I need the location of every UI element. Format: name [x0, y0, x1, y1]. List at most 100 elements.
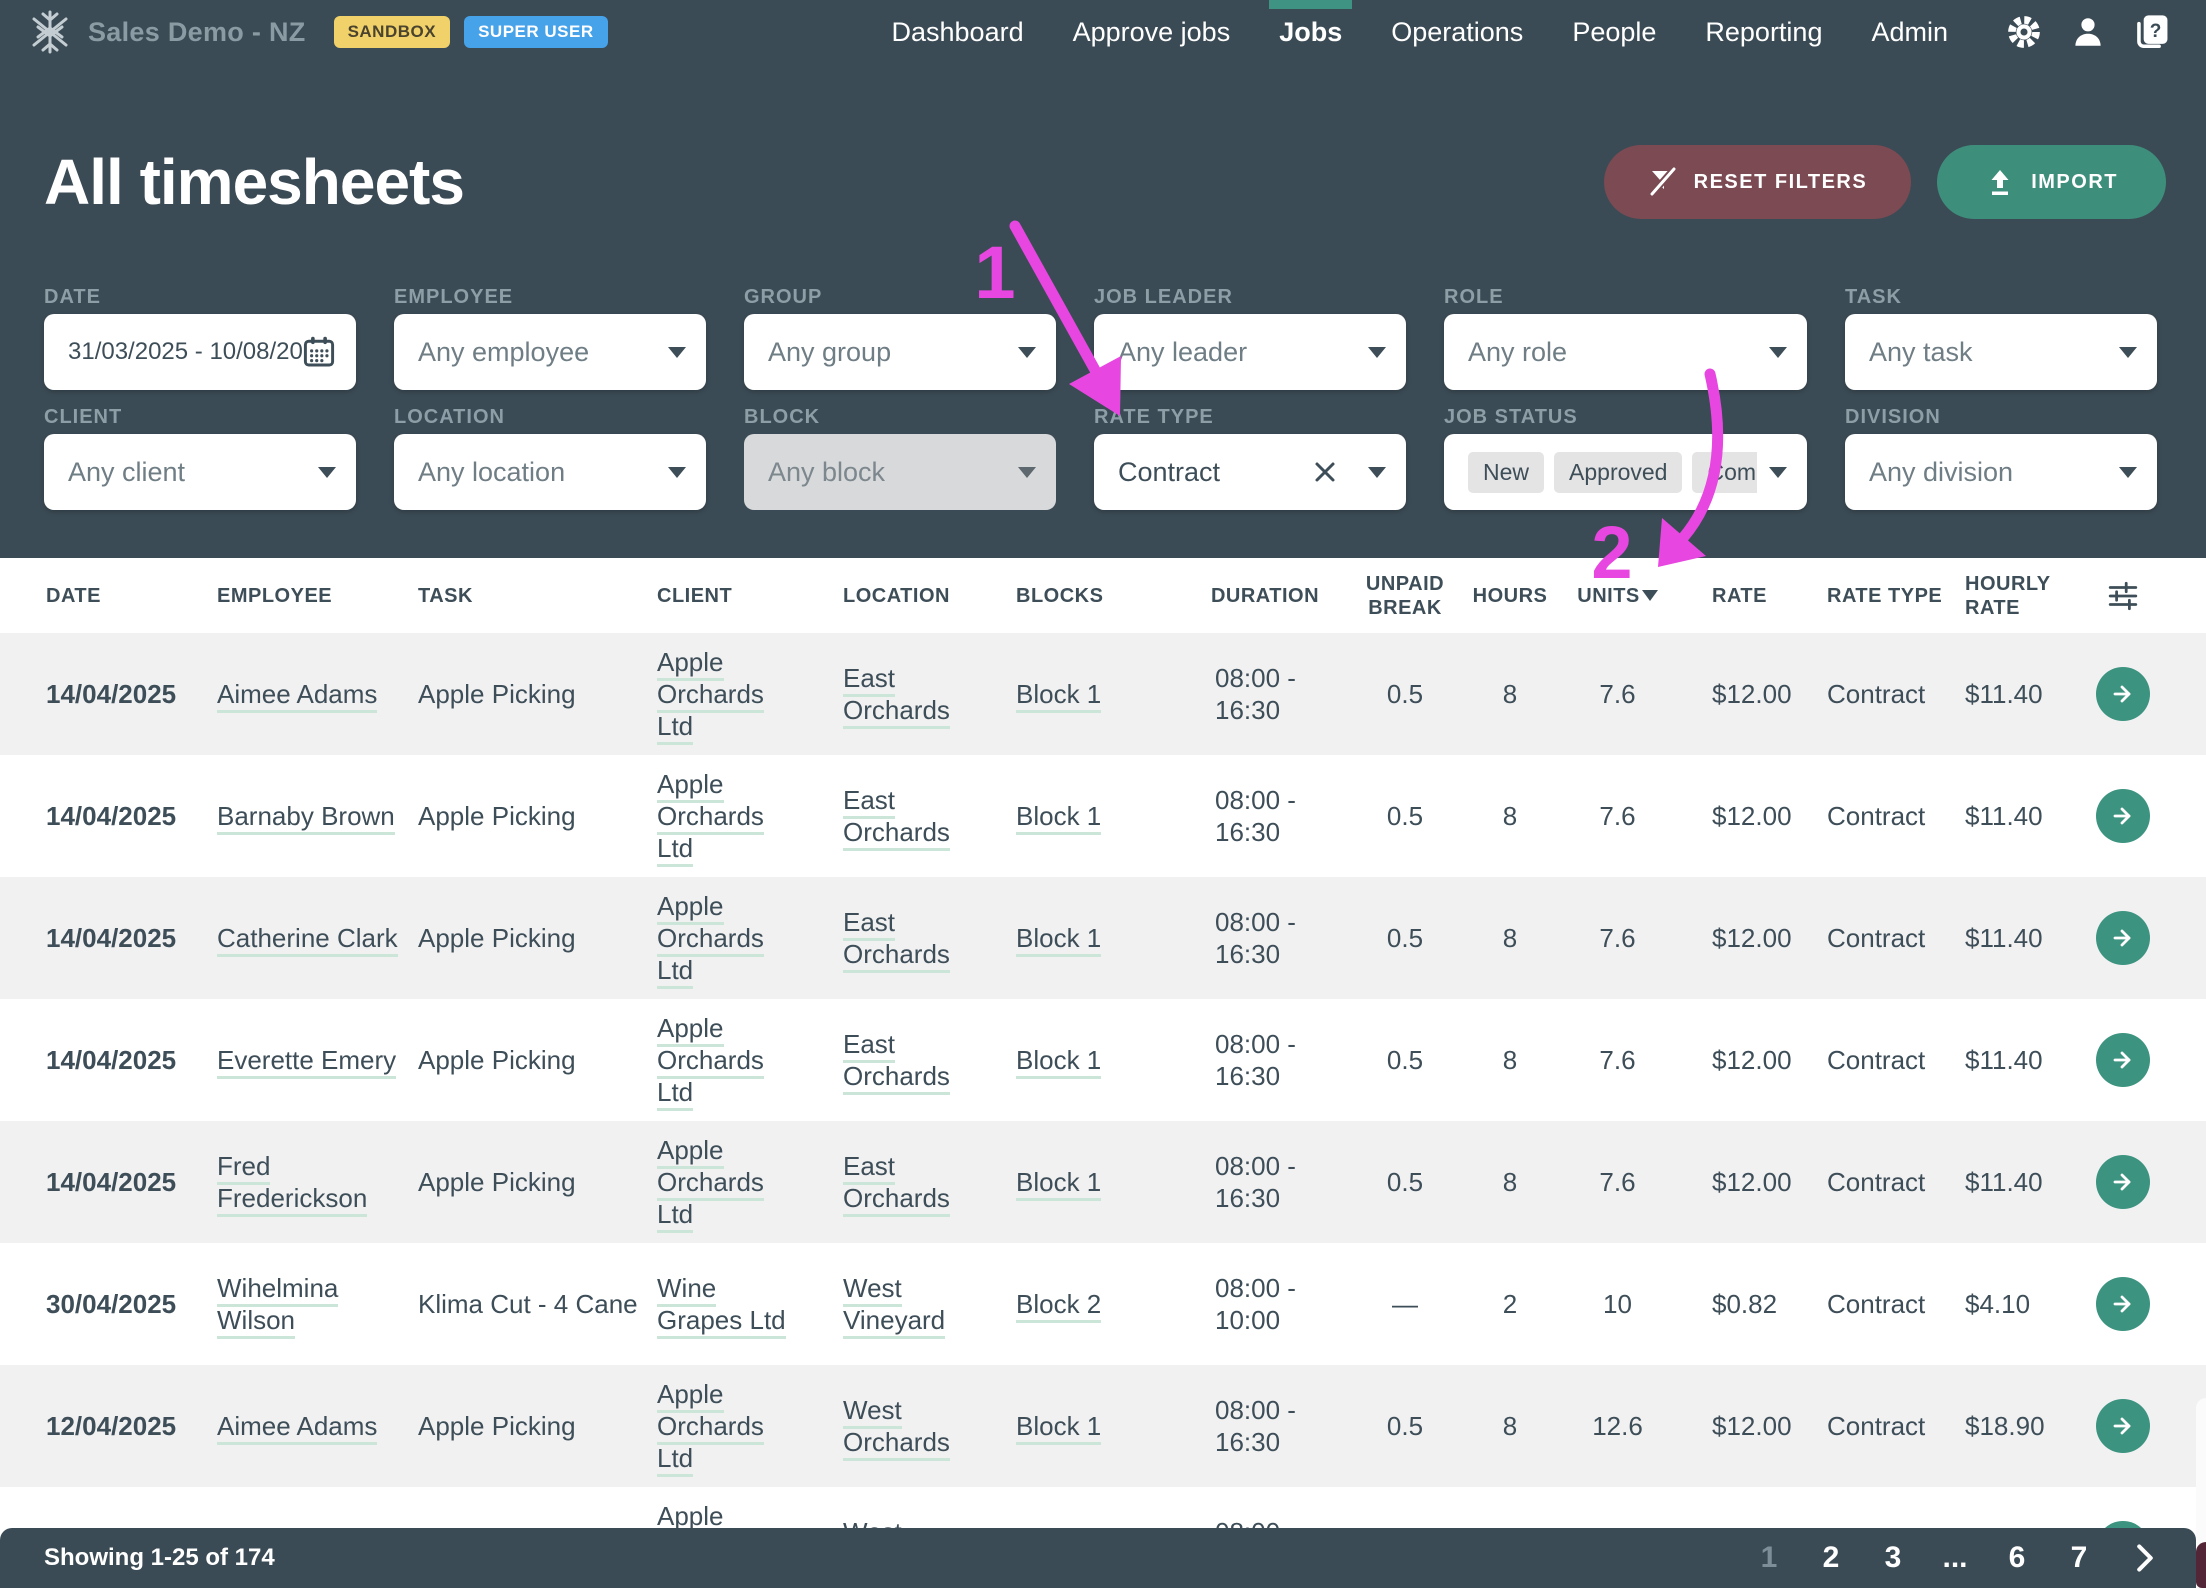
employee-link[interactable]: Everette Emery — [217, 1045, 396, 1079]
column-header-blocks[interactable]: BLOCKS — [1016, 584, 1185, 608]
column-header-rate[interactable]: RATE — [1680, 584, 1812, 608]
open-timesheet-button[interactable] — [2096, 789, 2150, 843]
client-link[interactable]: Apple Orchards Ltd — [657, 1379, 764, 1477]
nav-item[interactable]: Jobs — [1279, 0, 1342, 64]
location-link[interactable]: West Vineyard — [843, 1273, 945, 1339]
task-select[interactable]: Any task — [1845, 314, 2157, 390]
location-link[interactable]: East Orchards — [843, 785, 950, 851]
column-header-unpaid-break[interactable]: UNPAID BREAK — [1345, 572, 1465, 620]
open-timesheet-button[interactable] — [2096, 667, 2150, 721]
role-select-value: Any role — [1468, 337, 1757, 368]
open-timesheet-button[interactable] — [2096, 1277, 2150, 1331]
cell-rate: $12.00 — [1680, 1044, 1812, 1076]
employee-link[interactable]: Barnaby Brown — [217, 801, 395, 835]
column-header-rate-type[interactable]: RATE TYPE — [1812, 584, 1950, 608]
group-select[interactable]: Any group — [744, 314, 1056, 390]
employee-link[interactable]: Aimee Adams — [217, 679, 377, 713]
sort-desc-icon — [1642, 590, 1658, 601]
open-timesheet-button[interactable] — [2096, 911, 2150, 965]
cell-location: West Vineyard — [843, 1272, 1016, 1336]
client-select[interactable]: Any client — [44, 434, 356, 510]
cell-employee: Aimee Adams — [217, 1410, 418, 1442]
date-range-input[interactable]: 31/03/2025 - 10/08/202 — [44, 314, 356, 390]
location-link[interactable]: East Orchards — [843, 1029, 950, 1095]
open-timesheet-button[interactable] — [2096, 1033, 2150, 1087]
import-button[interactable]: IMPORT — [1937, 145, 2166, 219]
help-docs-icon[interactable]: ? — [2132, 12, 2172, 52]
block-link[interactable]: Block 1 — [1016, 679, 1101, 713]
column-header-hours[interactable]: HOURS — [1465, 584, 1555, 608]
job-status-select[interactable]: New Approved Complete — [1444, 434, 1807, 510]
cell-action — [2080, 911, 2166, 965]
nav-item[interactable]: Admin — [1871, 0, 1948, 64]
page-number[interactable]: 2 — [1818, 1541, 1844, 1575]
client-link[interactable]: Apple Orchards Ltd — [657, 647, 764, 745]
client-link[interactable]: Apple Orchards Ltd — [657, 1013, 764, 1111]
location-link[interactable]: East Orchards — [843, 1151, 950, 1217]
column-header-task[interactable]: TASK — [418, 584, 657, 608]
client-link[interactable]: Wine Grapes Ltd — [657, 1273, 786, 1339]
table-row: 14/04/2025 Everette Emery Apple Picking … — [0, 999, 2206, 1121]
location-link[interactable]: East Orchards — [843, 907, 950, 973]
open-timesheet-button[interactable] — [2096, 1155, 2150, 1209]
nav-item[interactable]: Reporting — [1705, 0, 1822, 64]
role-select[interactable]: Any role — [1444, 314, 1807, 390]
employee-link[interactable]: Wihelmina Wilson — [217, 1273, 338, 1339]
group-select-value: Any group — [768, 337, 1006, 368]
column-header-client[interactable]: CLIENT — [657, 584, 843, 608]
column-settings-icon[interactable] — [2080, 580, 2166, 612]
page-number[interactable]: 3 — [1880, 1541, 1906, 1575]
nav-item[interactable]: Dashboard — [892, 0, 1024, 64]
employee-select[interactable]: Any employee — [394, 314, 706, 390]
cell-hours: 8 — [1465, 1044, 1555, 1076]
employee-link[interactable]: Fred Frederickson — [217, 1151, 367, 1217]
client-link[interactable]: Apple Orchards Ltd — [657, 891, 764, 989]
cell-unpaid-break: — — [1345, 1288, 1465, 1320]
next-page-button[interactable] — [2134, 1543, 2156, 1573]
chevron-down-icon — [1368, 467, 1386, 478]
clear-rate-type-icon[interactable] — [1312, 459, 1338, 485]
client-link[interactable]: Apple Orchards Ltd — [657, 769, 764, 867]
column-header-employee[interactable]: EMPLOYEE — [217, 584, 418, 608]
employee-link[interactable]: Catherine Clark — [217, 923, 398, 957]
cell-date: 12/04/2025 — [46, 1410, 217, 1442]
nav-item[interactable]: Approve jobs — [1073, 0, 1231, 64]
nav-item[interactable]: Operations — [1391, 0, 1523, 64]
nav-item[interactable]: People — [1572, 0, 1656, 64]
column-header-duration[interactable]: DURATION — [1185, 584, 1345, 608]
block-link[interactable]: Block 2 — [1016, 1289, 1101, 1323]
cell-location: East Orchards — [843, 662, 1016, 726]
page-number[interactable]: 6 — [2004, 1541, 2030, 1575]
job-status-chip[interactable]: Complete — [1692, 452, 1757, 493]
location-link[interactable]: West Orchards — [843, 1395, 950, 1461]
division-select[interactable]: Any division — [1845, 434, 2157, 510]
cell-hourly-rate: $11.40 — [1950, 1044, 2080, 1076]
chevron-down-icon — [1018, 467, 1036, 478]
client-link[interactable]: Apple Orchards Ltd — [657, 1135, 764, 1233]
column-header-location[interactable]: LOCATION — [843, 584, 1016, 608]
job-leader-select[interactable]: Any leader — [1094, 314, 1406, 390]
column-header-hourly-rate[interactable]: HOURLY RATE — [1950, 572, 2080, 620]
chevron-right-icon — [2134, 1543, 2156, 1573]
page-number[interactable]: ... — [1942, 1541, 1968, 1575]
block-link[interactable]: Block 1 — [1016, 1045, 1101, 1079]
block-link[interactable]: Block 1 — [1016, 1411, 1101, 1445]
job-status-chip[interactable]: Approved — [1554, 452, 1682, 493]
settings-gear-icon[interactable] — [2004, 12, 2044, 52]
block-link[interactable]: Block 1 — [1016, 923, 1101, 957]
cell-rate: $12.00 — [1680, 1166, 1812, 1198]
page-number[interactable]: 7 — [2066, 1541, 2092, 1575]
location-link[interactable]: East Orchards — [843, 663, 950, 729]
employee-link[interactable]: Aimee Adams — [217, 1411, 377, 1445]
column-header-date[interactable]: DATE — [46, 584, 217, 608]
location-select[interactable]: Any location — [394, 434, 706, 510]
reset-filters-button[interactable]: RESET FILTERS — [1604, 145, 1912, 219]
column-header-units[interactable]: UNITS — [1555, 584, 1680, 608]
block-link[interactable]: Block 1 — [1016, 801, 1101, 835]
block-link[interactable]: Block 1 — [1016, 1167, 1101, 1201]
rate-type-select[interactable]: Contract — [1094, 434, 1406, 510]
page-number[interactable]: 1 — [1756, 1541, 1782, 1575]
user-profile-icon[interactable] — [2068, 12, 2108, 52]
open-timesheet-button[interactable] — [2096, 1399, 2150, 1453]
job-status-chip[interactable]: New — [1468, 452, 1544, 493]
